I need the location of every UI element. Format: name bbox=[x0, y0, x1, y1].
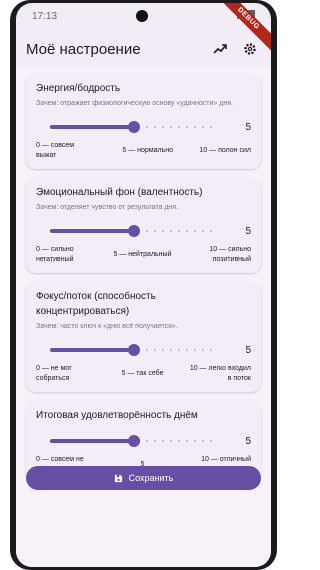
slider-row: 5 bbox=[36, 219, 251, 243]
card-title: Итоговая удовлетворённость днём bbox=[36, 410, 198, 421]
scale-labels: 0 — совсем выжат 5 — нормально 10 — поло… bbox=[36, 141, 251, 161]
metric-card: Энергия/бодрость Зачем: отражает физиоло… bbox=[26, 73, 261, 169]
scale-mid-label: 5 — нейтральный bbox=[113, 251, 172, 258]
scale-labels: 0 — сильно негативный 5 — нейтральный 10… bbox=[36, 245, 251, 265]
slider-thumb[interactable] bbox=[127, 225, 140, 237]
card-title: Эмоциональный фон (валентность) bbox=[36, 187, 203, 198]
camera-cutout bbox=[136, 10, 148, 22]
slider-row: 5 bbox=[36, 429, 251, 453]
metric-card: Эмоциональный фон (валентность) Зачем: о… bbox=[26, 177, 261, 273]
slider-active-track bbox=[50, 348, 134, 352]
page-title: Моё настроение bbox=[26, 40, 141, 58]
scale-low-label: 0 — не мог собраться bbox=[36, 365, 72, 382]
app-bar: Моё настроение bbox=[16, 31, 271, 67]
status-bar: 17:13 DEBUG bbox=[16, 3, 271, 56]
card-hint: Зачем: отражает физиологическую основу «… bbox=[36, 100, 233, 107]
scale-low-label: 0 — сильно негативный bbox=[36, 246, 74, 263]
slider-value: 5 bbox=[245, 344, 251, 356]
slider-value: 5 bbox=[245, 225, 251, 237]
slider-row: 5 bbox=[36, 115, 251, 139]
rating-slider[interactable] bbox=[36, 115, 223, 139]
slider-row: 5 bbox=[36, 338, 251, 362]
slider-thumb[interactable] bbox=[127, 435, 140, 447]
save-button-label: Сохранить bbox=[128, 473, 174, 483]
scale-mid-label: 5 — нормально bbox=[122, 147, 174, 154]
slider-thumb[interactable] bbox=[127, 121, 140, 133]
slider-thumb[interactable] bbox=[127, 344, 140, 356]
scale-high-label: 10 — сильно позитивный bbox=[209, 246, 251, 263]
scale-high-label: 10 — легко входил в поток bbox=[189, 365, 251, 382]
slider-value: 5 bbox=[245, 435, 251, 447]
rating-slider[interactable] bbox=[36, 219, 223, 243]
app-screen: 17:13 DEBUG Моё настроение Энергия/бодро… bbox=[16, 3, 271, 567]
trending-up-icon[interactable] bbox=[209, 38, 231, 60]
card-title: Фокус/поток (способность концентрировать… bbox=[36, 291, 156, 317]
rating-slider[interactable] bbox=[36, 429, 223, 453]
slider-active-track bbox=[50, 439, 134, 443]
rating-slider[interactable] bbox=[36, 338, 223, 362]
card-hint: Зачем: часто ключ к «дню всё получается»… bbox=[36, 323, 178, 330]
mood-form: Энергия/бодрость Зачем: отражает физиоло… bbox=[16, 67, 271, 567]
save-icon bbox=[114, 474, 122, 482]
metric-card: Фокус/поток (способность концентрировать… bbox=[26, 281, 261, 392]
scale-labels: 0 — не мог собраться 5 — так себе 10 — л… bbox=[36, 364, 251, 384]
status-time: 17:13 bbox=[32, 11, 58, 22]
save-button[interactable]: Сохранить bbox=[26, 466, 261, 490]
slider-value: 5 bbox=[245, 121, 251, 133]
slider-active-track bbox=[50, 125, 134, 129]
scale-high-label: 10 — полон сил bbox=[199, 147, 251, 154]
card-title: Энергия/бодрость bbox=[36, 83, 121, 94]
card-list: Энергия/бодрость Зачем: отражает физиоло… bbox=[26, 73, 261, 483]
card-hint: Зачем: отделяет чувство от результата дн… bbox=[36, 204, 179, 211]
slider-active-track bbox=[50, 229, 134, 233]
scale-low-label: 0 — совсем выжат bbox=[36, 142, 75, 159]
scale-mid-label: 5 — так себе bbox=[121, 370, 164, 377]
gear-icon[interactable] bbox=[239, 38, 261, 60]
